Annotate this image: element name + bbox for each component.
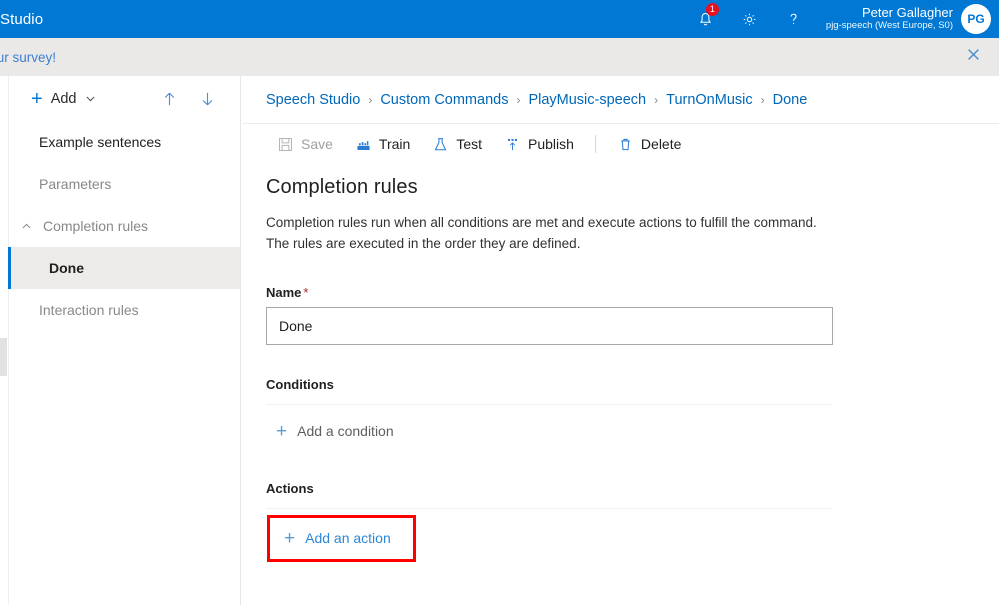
plus-icon: +	[31, 87, 43, 110]
user-account-button[interactable]: Peter Gallagher pjg-speech (West Europe,…	[816, 0, 999, 38]
chevron-right-icon: ›	[368, 92, 373, 107]
delete-button-label: Delete	[640, 136, 682, 152]
page-description: Completion rules run when all conditions…	[266, 213, 846, 255]
plus-icon: +	[284, 527, 296, 549]
conditions-divider	[266, 403, 833, 405]
user-info: Peter Gallagher pjg-speech (West Europe,…	[825, 5, 953, 32]
sidebar-item-completion-rules[interactable]: Completion rules	[9, 205, 240, 247]
sidebar-item-label: Done	[49, 260, 84, 276]
page-scrollbar-track[interactable]	[0, 76, 8, 605]
topbar-actions: 1 Peter Gallagher pjg-speech (West Europ…	[684, 0, 999, 38]
main-content: Speech Studio › Custom Commands › PlayMu…	[242, 76, 999, 605]
breadcrumb-item-playmusic-speech[interactable]: PlayMusic-speech	[528, 92, 646, 108]
chevron-right-icon: ›	[654, 92, 659, 107]
sidebar-item-label: Parameters	[39, 176, 112, 192]
delete-button[interactable]: Delete	[606, 126, 692, 162]
required-asterisk: *	[303, 284, 309, 300]
chevron-right-icon: ›	[516, 92, 521, 107]
close-icon	[967, 48, 980, 66]
add-action-label: Add an action	[305, 530, 391, 547]
train-icon	[355, 136, 372, 153]
name-input[interactable]: Done	[266, 306, 833, 345]
save-button[interactable]: Save	[266, 126, 344, 162]
notification-badge: 1	[705, 3, 719, 16]
sidebar-reorder-controls	[160, 90, 240, 108]
page-description-line-1: Completion rules run when all conditions…	[266, 215, 817, 230]
plus-icon: +	[276, 420, 288, 442]
survey-banner: e our survey!	[0, 38, 999, 76]
conditions-section-title: Conditions	[266, 376, 334, 392]
breadcrumb: Speech Studio › Custom Commands › PlayMu…	[242, 76, 999, 124]
add-action-button[interactable]: + Add an action	[270, 518, 413, 559]
app-title: Studio	[0, 10, 44, 28]
avatar[interactable]: PG	[961, 4, 991, 34]
command-bar: Save Train Test Publish Delete	[242, 124, 999, 164]
name-input-value: Done	[279, 317, 313, 334]
save-button-label: Save	[301, 136, 333, 152]
actions-divider	[266, 507, 833, 509]
publish-button-label: Publish	[528, 136, 574, 152]
help-button[interactable]	[772, 0, 816, 38]
survey-banner-text[interactable]: e our survey!	[0, 50, 56, 65]
add-button-label: Add	[50, 90, 77, 107]
settings-button[interactable]	[728, 0, 772, 38]
publish-icon	[504, 136, 521, 153]
actions-section-title: Actions	[266, 480, 314, 496]
test-button-label: Test	[456, 136, 482, 152]
trash-icon	[617, 136, 634, 153]
name-field-label: Name *	[266, 285, 999, 300]
user-subscription: pjg-speech (West Europe, S0)	[825, 20, 953, 31]
sidebar-item-example-sentences[interactable]: Example sentences	[9, 121, 240, 163]
top-app-bar: Studio 1 Peter Gallagher pjg-speech (Wes…	[0, 0, 999, 38]
move-down-button[interactable]	[198, 90, 216, 108]
breadcrumb-item-turnonmusic[interactable]: TurnOnMusic	[666, 92, 752, 108]
sidebar-item-interaction-rules[interactable]: Interaction rules	[9, 289, 240, 331]
page-body: + Add Example sentences Parameters Compl…	[0, 76, 999, 605]
chevron-up-icon[interactable]	[17, 217, 35, 235]
name-label-text: Name	[266, 284, 302, 300]
train-button-label: Train	[378, 136, 411, 152]
command-bar-divider	[594, 135, 596, 153]
sidebar-item-label: Interaction rules	[39, 302, 139, 318]
gear-icon	[741, 11, 758, 28]
sidebar-toolbar: + Add	[9, 76, 240, 121]
page-description-line-2: The rules are executed in the order they…	[266, 235, 581, 251]
move-up-button[interactable]	[160, 90, 178, 108]
add-action-highlight: + Add an action	[267, 514, 416, 562]
sidebar-item-label: Example sentences	[39, 134, 162, 150]
add-button[interactable]: + Add	[31, 89, 96, 109]
save-icon	[277, 136, 294, 153]
breadcrumb-item-speech-studio[interactable]: Speech Studio	[266, 92, 360, 108]
rule-editor: Completion rules Completion rules run wh…	[242, 164, 999, 562]
add-condition-button[interactable]: + Add a condition	[266, 414, 402, 449]
test-button[interactable]: Test	[421, 126, 493, 162]
breadcrumb-item-done[interactable]: Done	[773, 92, 808, 108]
notifications-button[interactable]: 1	[684, 0, 728, 38]
sidebar-item-done[interactable]: Done	[8, 247, 240, 289]
chevron-down-icon	[85, 93, 96, 104]
sidebar-item-parameters[interactable]: Parameters	[9, 163, 240, 205]
page-title: Completion rules	[266, 176, 418, 198]
user-name: Peter Gallagher	[861, 5, 953, 21]
train-button[interactable]: Train	[344, 126, 421, 162]
page-scrollbar-thumb[interactable]	[0, 338, 7, 376]
breadcrumb-item-custom-commands[interactable]: Custom Commands	[380, 92, 508, 108]
sidebar-item-label: Completion rules	[43, 218, 149, 234]
publish-button[interactable]: Publish	[493, 126, 585, 162]
banner-close-button[interactable]	[961, 45, 985, 69]
question-mark-icon	[785, 10, 802, 28]
sidebar: + Add Example sentences Parameters Compl…	[8, 76, 241, 605]
chevron-right-icon: ›	[760, 92, 765, 107]
add-condition-label: Add a condition	[297, 423, 394, 440]
flask-icon	[432, 136, 449, 153]
